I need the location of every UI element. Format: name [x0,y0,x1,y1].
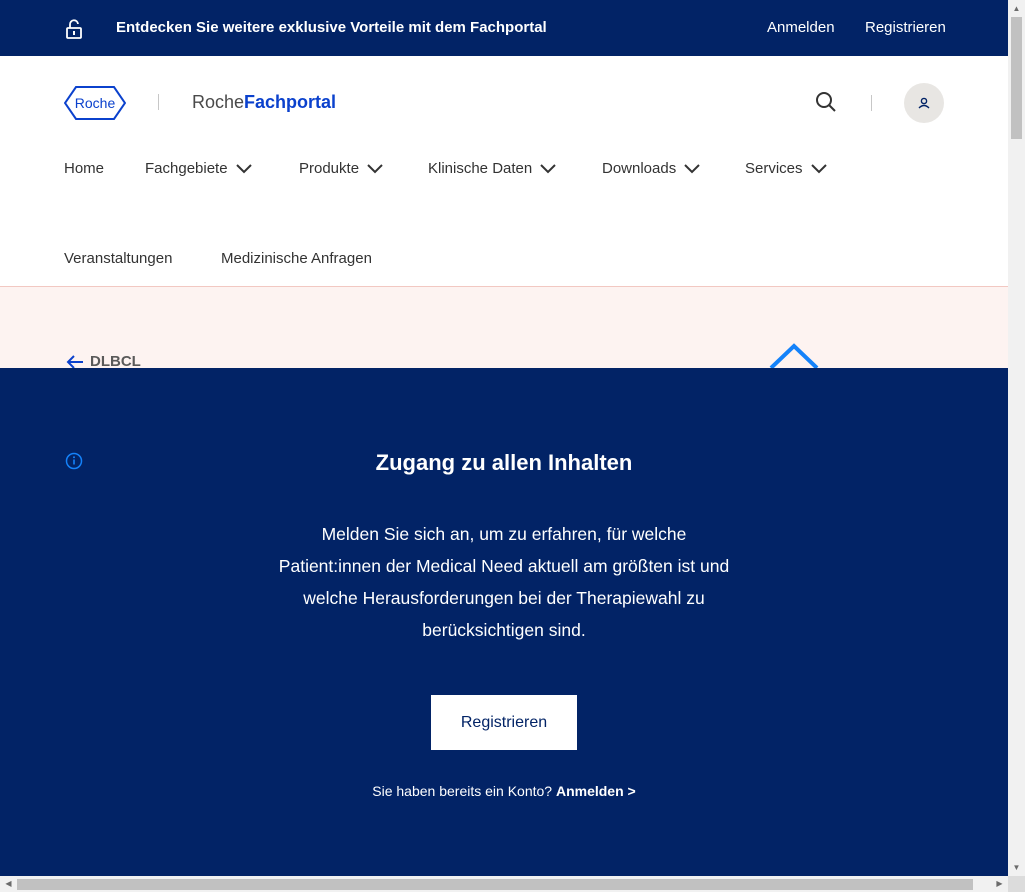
nav-item-medizinische-anfragen[interactable]: Medizinische Anfragen [221,250,372,267]
chevron-down-icon [810,164,827,174]
site-header: Roche RocheFachportal Home Fachgebiete P… [0,56,1008,287]
nav-item-veranstaltungen[interactable]: Veranstaltungen [64,250,172,267]
login-link-overlay[interactable]: Anmelden > [556,783,636,799]
chevron-down-icon [235,164,252,174]
access-overlay: Zugang zu allen Inhalten Melden Sie sich… [0,368,1008,876]
nav-item-services[interactable]: Services [745,160,827,177]
scroll-left-icon[interactable]: ◀ [0,876,17,892]
chevron-down-icon [367,164,383,174]
user-icon [918,97,930,109]
scroll-down-icon[interactable]: ▼ [1008,859,1025,876]
hero-strip: DLBCL [0,287,1008,370]
nav-item-klinische-daten[interactable]: Klinische Daten [428,160,556,177]
arrow-left-icon [66,355,83,369]
search-icon[interactable] [815,91,837,113]
account-question: Sie haben bereits ein Konto? [372,783,553,799]
scroll-right-icon[interactable]: ▶ [991,876,1008,892]
nav-item-fachgebiete[interactable]: Fachgebiete [145,160,252,177]
nav-label: Fachgebiete [145,160,228,177]
chevron-down-icon [540,164,556,174]
promo-text: Entdecken Sie weitere exklusive Vorteile… [116,19,547,36]
nav-label: Produkte [299,160,360,177]
roche-logo[interactable]: Roche [64,86,126,120]
nav-label: Services [745,160,803,177]
nav-label: Downloads [602,160,677,177]
nav-label: Klinische Daten [428,160,533,177]
nav-label: Home [64,160,105,177]
portal-name[interactable]: RocheFachportal [192,92,336,113]
nav-item-downloads[interactable]: Downloads [602,160,700,177]
portal-prefix: Roche [192,92,245,112]
horizontal-scroll-thumb[interactable] [17,879,973,890]
register-button[interactable]: Registrieren [431,695,577,750]
header-divider [871,95,872,111]
nav-item-produkte[interactable]: Produkte [299,160,383,177]
promo-bar: Entdecken Sie weitere exklusive Vorteile… [0,0,1008,56]
nav-label: Veranstaltungen [64,250,173,267]
roche-logo-text: Roche [75,95,116,111]
nav-label: Medizinische Anfragen [221,250,372,267]
overlay-text: Melden Sie sich an, um zu erfahren, für … [278,524,730,640]
chevron-down-icon [684,164,700,174]
account-prompt: Sie haben bereits ein Konto? Anmelden > [0,783,1008,799]
login-link[interactable]: Anmelden [767,19,835,36]
register-link[interactable]: Registrieren [865,19,946,36]
vertical-scrollbar[interactable]: ▲ ▼ [1008,0,1025,876]
overlay-title: Zugang zu allen Inhalten [375,450,633,475]
decorative-peak-icon [769,343,819,369]
portal-title: Fachportal [244,92,337,112]
unlock-icon [66,19,82,39]
scrollbar-corner [1008,876,1025,892]
user-avatar-button[interactable] [904,83,944,123]
horizontal-scrollbar[interactable]: ◀ ▶ [0,876,1008,892]
vertical-scroll-thumb[interactable] [1011,17,1022,139]
nav-item-home[interactable]: Home [64,160,104,177]
scroll-up-icon[interactable]: ▲ [1008,0,1025,17]
logo-divider [158,94,159,110]
